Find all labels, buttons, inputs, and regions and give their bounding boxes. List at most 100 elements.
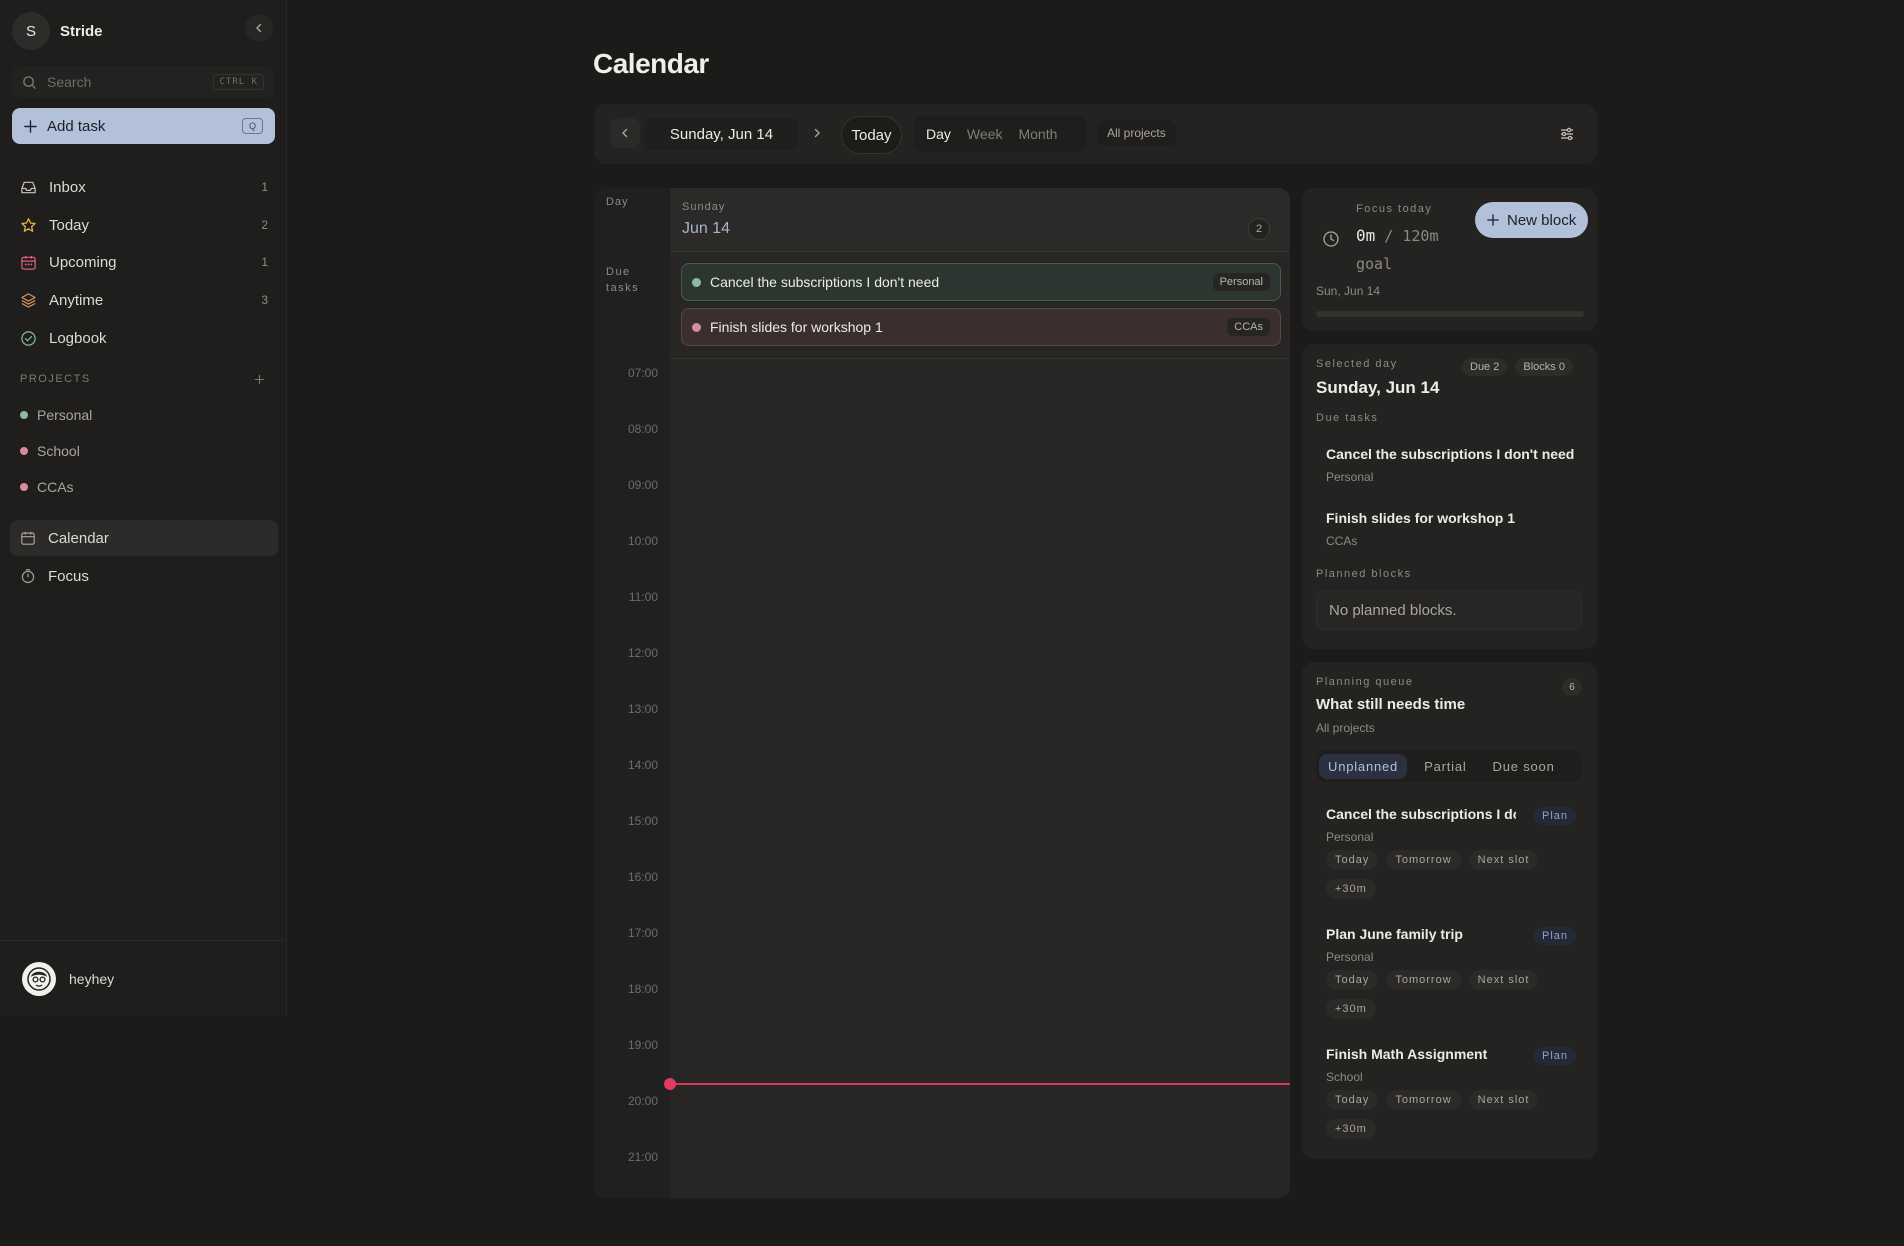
quick-actions: Today Tomorrow Next slot +30m: [1326, 1090, 1576, 1139]
sidebar-item-upcoming[interactable]: Upcoming 1: [10, 245, 278, 279]
view-month-tab[interactable]: Month: [1010, 126, 1065, 142]
queue-item-project: School: [1326, 1070, 1363, 1084]
due-task-title: Cancel the subscriptions I don't need: [710, 274, 940, 290]
new-block-button[interactable]: New block: [1475, 202, 1589, 238]
sidebar-item-label: Calendar: [48, 529, 109, 547]
focus-done: 0m: [1356, 226, 1376, 245]
sidebar-item-today[interactable]: Today 2: [10, 208, 278, 242]
planning-queue-card: Planning queue What still needs time All…: [1302, 662, 1597, 1159]
schedule-next-slot-button[interactable]: Next slot: [1468, 1090, 1539, 1110]
sidebar-project-school[interactable]: School: [20, 443, 80, 459]
plan-button[interactable]: Plan: [1534, 1047, 1577, 1065]
queue-item: Plan June family trip Plan Personal Toda…: [1316, 922, 1582, 1032]
search-input[interactable]: Search CTRL K: [12, 66, 274, 98]
schedule-tomorrow-button[interactable]: Tomorrow: [1386, 1090, 1461, 1110]
planning-queue-label: Planning queue: [1316, 676, 1414, 688]
sidebar-item-label: Today: [49, 216, 90, 234]
sliders-icon: [1561, 127, 1573, 141]
focus-today-label: Focus today: [1356, 203, 1433, 215]
current-time-dot: [664, 1078, 676, 1090]
projects-heading: PROJECTS: [20, 373, 265, 385]
queue-item: Cancel the subscriptions I do... Plan Pe…: [1316, 802, 1582, 912]
add-30m-button[interactable]: +30m: [1326, 879, 1376, 899]
add-30m-button[interactable]: +30m: [1326, 999, 1376, 1019]
hour-label: 21:00: [627, 1150, 658, 1164]
inbox-icon: [21, 181, 36, 193]
project-color-dot: [692, 322, 701, 332]
selected-day-label: Selected day: [1316, 358, 1398, 370]
day-column[interactable]: Sunday Jun 14 2 Cancel the subscriptions…: [670, 188, 1290, 1198]
view-week-tab[interactable]: Week: [959, 126, 1011, 142]
due-task-card[interactable]: Cancel the subscriptions I don't need Pe…: [681, 263, 1281, 301]
planned-blocks-empty: No planned blocks.: [1316, 590, 1582, 630]
workspace-switcher[interactable]: S Stride: [12, 12, 103, 50]
project-label: CCAs: [37, 479, 74, 495]
focus-progress-text: 0m / 120m goal: [1356, 222, 1456, 278]
tab-partial[interactable]: Partial: [1415, 754, 1475, 779]
queue-item-title[interactable]: Cancel the subscriptions I do...: [1326, 806, 1516, 822]
queue-item-title[interactable]: Finish Math Assignment: [1326, 1046, 1516, 1062]
add-task-button[interactable]: Add task Q: [12, 108, 275, 144]
next-day-button[interactable]: [802, 118, 832, 148]
hour-label: 10:00: [627, 534, 658, 548]
due-task-card[interactable]: Finish slides for workshop 1 CCAs: [681, 308, 1281, 346]
schedule-tomorrow-button[interactable]: Tomorrow: [1386, 970, 1461, 990]
selected-day-date: Sunday, Jun 14: [1316, 378, 1440, 397]
user-menu[interactable]: heyhey: [22, 962, 114, 996]
schedule-today-button[interactable]: Today: [1326, 1090, 1379, 1110]
sidebar-project-ccas[interactable]: CCAs: [20, 479, 74, 495]
sidebar: S Stride Search CTRL K Add task Q Inbox …: [0, 0, 287, 1015]
task-title: Finish slides for workshop 1: [1326, 510, 1516, 526]
sidebar-item-focus[interactable]: Focus: [10, 559, 278, 593]
schedule-today-button[interactable]: Today: [1326, 850, 1379, 870]
user-name: heyhey: [69, 971, 115, 987]
project-color-dot: [692, 277, 701, 287]
tab-due-soon[interactable]: Due soon: [1484, 754, 1564, 779]
divider: [0, 940, 287, 941]
project-filter-select[interactable]: All projects: [1097, 120, 1176, 146]
project-label: School: [37, 443, 80, 459]
sidebar-item-anytime[interactable]: Anytime 3: [10, 283, 278, 317]
selected-day-task[interactable]: Finish slides for workshop 1 CCAs: [1326, 510, 1515, 548]
planning-queue-subtitle: All projects: [1316, 721, 1375, 735]
queue-count-badge: 6: [1562, 678, 1582, 696]
sidebar-item-inbox[interactable]: Inbox 1: [10, 170, 278, 204]
schedule-today-button[interactable]: Today: [1326, 970, 1379, 990]
queue-item-title[interactable]: Plan June family trip: [1326, 926, 1516, 942]
sidebar-item-label: Inbox: [49, 178, 86, 196]
app-name: Stride: [60, 22, 103, 40]
plan-button[interactable]: Plan: [1534, 927, 1577, 945]
collapse-sidebar-button[interactable]: [245, 14, 273, 42]
hour-label: 08:00: [627, 422, 658, 436]
planning-queue-title: What still needs time: [1316, 696, 1466, 713]
today-button[interactable]: Today: [841, 116, 902, 154]
hour-label: 14:00: [627, 758, 658, 772]
schedule-next-slot-button[interactable]: Next slot: [1468, 850, 1539, 870]
add-project-icon[interactable]: [254, 374, 265, 385]
quick-actions: Today Tomorrow Next slot +30m: [1326, 850, 1576, 899]
planned-blocks-label: Planned blocks: [1316, 568, 1412, 580]
schedule-next-slot-button[interactable]: Next slot: [1468, 970, 1539, 990]
project-tag: Personal: [1212, 273, 1270, 291]
sidebar-project-personal[interactable]: Personal: [20, 407, 92, 423]
sidebar-item-logbook[interactable]: Logbook: [10, 321, 278, 355]
hour-label: 12:00: [627, 646, 658, 660]
clock-icon: [1316, 224, 1346, 254]
hour-label: 13:00: [627, 702, 658, 716]
hour-label: 18:00: [627, 982, 658, 996]
view-day-tab[interactable]: Day: [918, 126, 959, 142]
schedule-tomorrow-button[interactable]: Tomorrow: [1386, 850, 1461, 870]
project-color-dot: [20, 447, 28, 455]
filter-settings-button[interactable]: [1554, 121, 1580, 147]
sidebar-item-calendar[interactable]: Calendar: [10, 520, 278, 556]
plan-button[interactable]: Plan: [1534, 807, 1577, 825]
quick-actions: Today Tomorrow Next slot +30m: [1326, 970, 1576, 1019]
calendar-icon: [21, 531, 35, 545]
view-switcher: Day Week Month: [914, 116, 1087, 152]
previous-day-button[interactable]: [610, 118, 640, 148]
workspace-avatar: S: [12, 12, 50, 50]
add-30m-button[interactable]: +30m: [1326, 1119, 1376, 1139]
selected-day-task[interactable]: Cancel the subscriptions I don't need Pe…: [1326, 446, 1574, 484]
tab-unplanned[interactable]: Unplanned: [1319, 753, 1408, 779]
current-date-label[interactable]: Sunday, Jun 14: [644, 118, 799, 150]
